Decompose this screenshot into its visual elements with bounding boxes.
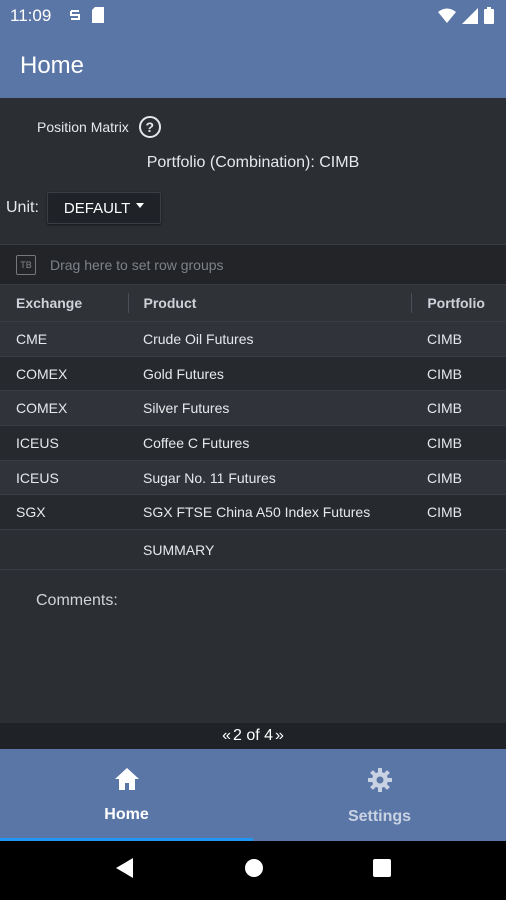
cell-exchange: CME — [16, 330, 48, 347]
sd-card-icon — [92, 7, 104, 28]
signal-icon — [462, 7, 478, 29]
system-navigation-bar — [0, 841, 506, 900]
wifi-icon — [438, 8, 456, 29]
nav-item-settings[interactable]: Settings — [253, 749, 506, 841]
row-group-drop-zone[interactable]: TB Drag here to set row groups — [0, 244, 506, 284]
table-row[interactable]: COMEX Gold Futures CIMB — [0, 356, 506, 392]
cell-portfolio: CIMB — [427, 504, 462, 521]
prev-page-button[interactable]: « — [222, 727, 231, 745]
cell-product: Coffee C Futures — [143, 434, 250, 451]
cell-exchange: COMEX — [16, 365, 68, 382]
cell-exchange: SGX — [16, 504, 46, 521]
page-indicator: 2 of 4 — [232, 727, 274, 744]
grid-header-row: Exchange Product Portfolio — [0, 284, 506, 322]
cell-exchange: ICEUS — [16, 434, 59, 451]
nav-item-home[interactable]: Home — [0, 749, 253, 841]
status-bar: 11:09 — [0, 0, 506, 30]
position-matrix-header: Position Matrix ? — [37, 116, 161, 138]
sync-icon — [68, 7, 82, 28]
row-group-icon: TB — [16, 254, 36, 275]
position-grid: TB Drag here to set row groups Exchange … — [0, 244, 506, 571]
next-page-button[interactable]: » — [275, 727, 284, 745]
home-circle-icon[interactable] — [244, 858, 264, 883]
cell-product: Sugar No. 11 Futures — [143, 469, 276, 486]
main-content: Position Matrix ? Portfolio (Combination… — [0, 98, 506, 723]
nav-label-settings: Settings — [347, 808, 412, 825]
cell-product: SGX FTSE China A50 Index Futures — [143, 504, 371, 521]
column-header-exchange[interactable]: Exchange — [0, 295, 128, 311]
cell-portfolio: CIMB — [427, 434, 462, 451]
table-row[interactable]: CME Crude Oil Futures CIMB — [0, 322, 506, 357]
help-icon[interactable]: ? — [138, 116, 161, 138]
cell-portfolio: CIMB — [427, 400, 462, 417]
summary-row: SUMMARY — [0, 530, 506, 571]
nav-label-home: Home — [104, 806, 149, 823]
unit-dropdown-value: DEFAULT — [63, 199, 131, 217]
unit-dropdown-button[interactable]: DEFAULT — [46, 192, 162, 224]
caret-down-icon — [136, 202, 145, 208]
pager: « 2 of 4 » — [0, 723, 506, 749]
position-matrix-label: Position Matrix — [37, 119, 129, 135]
back-icon[interactable] — [115, 857, 135, 884]
comments-label: Comments: — [36, 592, 118, 609]
app-bar: Home — [0, 30, 506, 98]
column-header-product[interactable]: Product — [129, 295, 412, 311]
table-row[interactable]: ICEUS Sugar No. 11 Futures CIMB — [0, 460, 506, 496]
cell-portfolio: CIMB — [427, 365, 462, 382]
home-icon — [114, 767, 140, 796]
column-header-portfolio[interactable]: Portfolio — [412, 295, 506, 311]
table-row[interactable]: SGX SGX FTSE China A50 Index Futures CIM… — [0, 495, 506, 531]
unit-label: Unit: — [6, 199, 39, 216]
page-title: Home — [20, 52, 85, 79]
cell-portfolio: CIMB — [427, 469, 462, 486]
battery-icon — [484, 7, 494, 29]
cell-exchange: ICEUS — [16, 469, 59, 486]
table-row[interactable]: ICEUS Coffee C Futures CIMB — [0, 426, 506, 461]
cell-exchange: COMEX — [16, 400, 68, 417]
gear-icon — [367, 767, 393, 798]
unit-selector-row: Unit: DEFAULT — [6, 192, 162, 224]
summary-label: SUMMARY — [143, 541, 215, 558]
status-time: 11:09 — [10, 6, 52, 25]
cell-product: Silver Futures — [143, 400, 230, 417]
cell-product: Crude Oil Futures — [143, 330, 254, 347]
bottom-navigation: Home Settings — [0, 749, 506, 841]
recents-icon[interactable] — [373, 859, 392, 882]
cell-product: Gold Futures — [143, 365, 224, 382]
portfolio-title: Portfolio (Combination): CIMB — [146, 154, 360, 171]
table-row[interactable]: COMEX Silver Futures CIMB — [0, 391, 506, 427]
row-group-hint: Drag here to set row groups — [50, 256, 224, 273]
cell-portfolio: CIMB — [427, 330, 462, 347]
